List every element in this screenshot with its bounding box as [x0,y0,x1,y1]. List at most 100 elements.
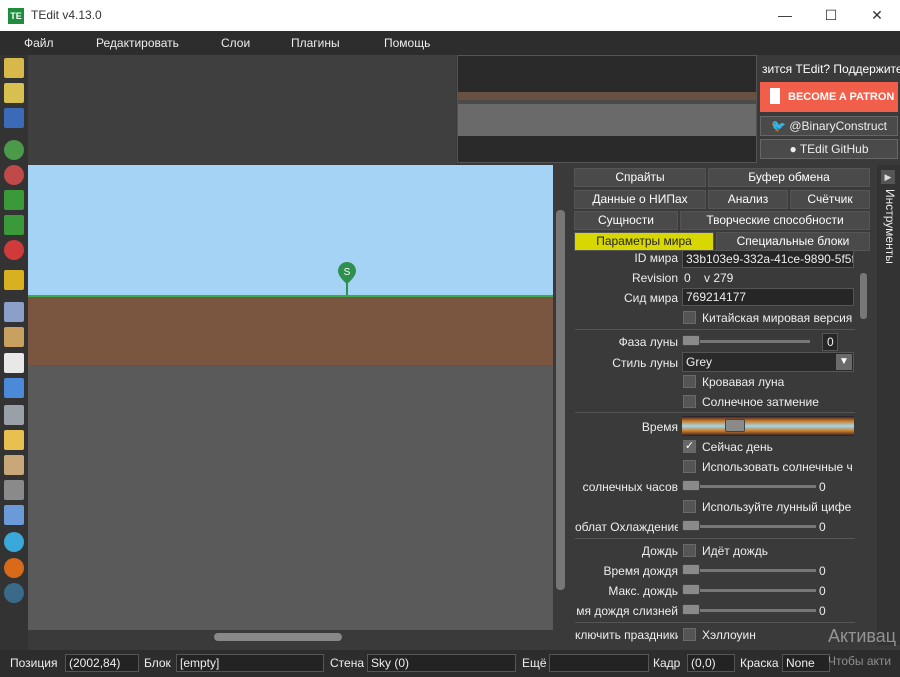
stop-icon[interactable] [4,240,24,260]
arrow-icon[interactable] [4,353,24,373]
tab-world-properties[interactable]: Параметры мира [574,232,714,251]
sundial-label: Использовать солнечные ч [702,460,853,474]
more-field [549,654,649,672]
spawn-marker-icon[interactable]: S [338,262,356,296]
minimize-button[interactable]: — [762,0,808,31]
seed-label: Сид мира [623,291,678,305]
tool-palette [0,55,28,650]
pencil-icon[interactable] [4,430,24,450]
cooldown-thumb[interactable] [682,520,700,531]
patron-label: BECOME A PATRON [788,91,895,103]
version-value: v 279 [704,271,734,285]
menu-plugins[interactable]: Плагины [291,36,340,50]
paste-icon[interactable] [4,327,24,347]
paint-label: Краска [740,656,779,670]
menu-edit[interactable]: Редактировать [96,36,179,50]
max-rain-slider[interactable] [684,589,816,592]
close-button[interactable]: ✕ [854,0,900,31]
chinese-version-checkbox[interactable] [683,311,696,324]
tab-special-blocks[interactable]: Специальные блоки [716,232,870,251]
blood-moon-checkbox[interactable] [683,375,696,388]
frame-label: Кадр [653,656,681,670]
twitter-button[interactable]: 🐦 @BinaryConstruct [760,116,898,136]
daytime-label: Сейчас день [702,440,773,454]
panel-scrollbar[interactable] [858,255,870,643]
zoom-out-icon[interactable] [4,165,24,185]
tab-entities[interactable]: Сущности [574,211,678,230]
tab-tools[interactable]: Инструменты [879,189,897,289]
fill-bucket-icon[interactable] [4,505,24,525]
hammer-icon[interactable] [4,480,24,500]
halloween-checkbox[interactable] [683,628,696,641]
menu-layers[interactable]: Слои [221,36,250,50]
sprite-icon[interactable] [4,558,24,578]
moondial-checkbox[interactable] [683,500,696,513]
open-world-icon[interactable] [4,83,24,103]
status-bar: Позиция (2002,84) Блок [empty] Стена Sky… [0,650,900,677]
slime-rain-thumb[interactable] [682,604,700,615]
world-id-field[interactable]: 33b103e9-332a-41ce-9890-5f5f [682,250,854,268]
brush-icon[interactable] [4,455,24,475]
divider [575,329,855,330]
menu-file[interactable]: Файл [24,36,54,50]
tab-creative-powers[interactable]: Творческие способности [680,211,870,230]
raining-checkbox[interactable] [683,544,696,557]
app-icon: TE [8,8,24,24]
tab-sprites[interactable]: Спрайты [574,168,706,187]
world-viewport[interactable]: S [28,165,553,630]
become-patron-button[interactable]: BECOME A PATRON [760,82,898,112]
selection-icon[interactable] [4,378,24,398]
crop-icon[interactable] [4,270,24,290]
moondial-label: Используйте лунный цифе [702,500,852,514]
daytime-checkbox[interactable]: ✓ [683,440,696,453]
moon-phase-field[interactable]: 0 [822,333,838,351]
morph-icon[interactable] [4,583,24,603]
cooldown-value: 0 [819,520,826,534]
tab-clipboard[interactable]: Буфер обмена [708,168,870,187]
minimap[interactable] [457,55,757,163]
slime-rain-slider[interactable] [684,609,816,612]
moon-style-value: Grey [686,355,713,369]
redo-icon[interactable] [4,215,24,235]
sundial-hours-thumb[interactable] [682,480,700,491]
moon-phase-slider[interactable] [684,340,810,343]
picker-icon[interactable] [4,405,24,425]
sundial-hours-slider[interactable] [684,485,816,488]
title-bar: TE TEdit v4.13.0 — ☐ ✕ [0,0,900,31]
max-rain-thumb[interactable] [682,584,700,595]
tab-npc-data[interactable]: Данные о НИПах [574,190,706,209]
moon-style-select[interactable]: Grey ▼ [682,352,854,372]
seed-field[interactable]: 769214177 [682,288,854,306]
activation-watermark-text: Чтобы акти [828,654,892,668]
minimap-background [28,55,456,165]
github-button[interactable]: ● TEdit GitHub [760,139,898,159]
position-label: Позиция [10,656,58,670]
tab-analysis[interactable]: Анализ [708,190,788,209]
expand-arrow-icon[interactable]: ▶ [881,170,895,184]
new-world-icon[interactable] [4,58,24,78]
eclipse-checkbox[interactable] [683,395,696,408]
tab-counter[interactable]: Счётчик [790,190,870,209]
time-slider[interactable] [682,416,854,436]
time-thumb[interactable] [725,419,745,432]
rain-time-thumb[interactable] [682,564,700,575]
undo-icon[interactable] [4,190,24,210]
sundial-checkbox[interactable] [683,460,696,473]
cooldown-slider[interactable] [684,525,816,528]
rain-time-slider[interactable] [684,569,816,572]
moon-phase-thumb[interactable] [682,335,700,346]
viewport-vertical-scrollbar[interactable] [553,165,568,630]
moon-phase-label: Фаза луны [618,335,678,349]
viewport-horizontal-scrollbar[interactable] [28,630,553,644]
block-label: Блок [144,656,171,670]
divider [575,622,855,623]
save-world-icon[interactable] [4,108,24,128]
zoom-in-icon[interactable] [4,140,24,160]
menu-help[interactable]: Помощь [384,36,430,50]
world-id-label: ID мира [634,251,678,265]
maximize-button[interactable]: ☐ [808,0,854,31]
globe-icon[interactable] [4,532,24,552]
twitter-icon: 🐦 [771,119,787,133]
twitter-label: @BinaryConstruct [789,119,887,133]
copy-icon[interactable] [4,302,24,322]
